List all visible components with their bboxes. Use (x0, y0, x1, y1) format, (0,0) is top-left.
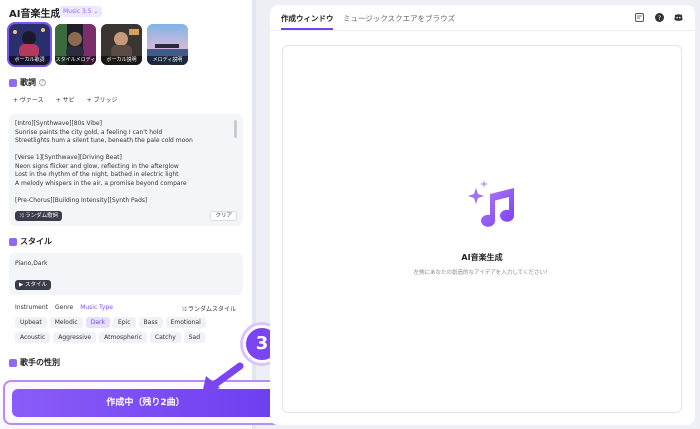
add-bridge-button[interactable]: + ブリッジ (82, 95, 122, 106)
music-note-icon (468, 180, 514, 227)
tile-vocal-description[interactable]: ボーカル説明 (101, 24, 142, 65)
clear-button[interactable]: クリア (210, 211, 237, 221)
tag-upbeat[interactable]: Upbeat (15, 317, 47, 328)
version-dropdown[interactable]: Music 3.5 ⌄ (59, 6, 103, 17)
tab-divider (270, 30, 695, 31)
tag-atmospheric[interactable]: Atmospheric (99, 332, 147, 343)
style-tags: Upbeat Melodic Dark Epic Bass Emotional … (15, 317, 215, 343)
random-style-button[interactable]: ⤨ ランダムスタイル (181, 304, 236, 314)
empty-state-title: AI音楽生成 (461, 253, 503, 262)
tile-caption: ボーカル歌詞 (9, 56, 50, 65)
lyrics-icon (9, 78, 17, 87)
svg-text:?: ? (658, 15, 661, 22)
help-icon[interactable]: ? (655, 13, 664, 22)
singer-gender-label: 歌手の性別 (20, 358, 60, 367)
lyrics-heading: 歌詞 ? (9, 77, 46, 88)
style-input[interactable]: Piano,Dark ▶ スタイル (9, 253, 243, 295)
random-lyrics-button[interactable]: ⤨ ランダム歌詞 (15, 211, 63, 221)
lyrics-text[interactable]: [Intro][Synthwave][80s Vibe] Sunrise pai… (15, 120, 233, 206)
right-panel: 作成ウィンドウ ミュージックスクエアをブラウズ ? AI音楽生成 左側にあなたの… (270, 5, 695, 425)
style-value[interactable]: Piano,Dark (15, 260, 47, 267)
tile-vocal-lyrics[interactable]: ボーカル歌詞 (7, 22, 52, 67)
app-title: AI音楽生成 (9, 9, 61, 20)
tile-caption: メロディ説明 (147, 56, 188, 65)
style-icon (9, 237, 17, 246)
gender-icon (9, 358, 17, 367)
lyrics-structure-chips: + ヴァース + サビ + ブリッジ (9, 95, 122, 106)
tab-genre[interactable]: Genre (55, 304, 73, 311)
tile-caption: ボーカル説明 (101, 56, 142, 65)
tag-dark[interactable]: Dark (85, 317, 110, 328)
tab-create-window[interactable]: 作成ウィンドウ (281, 13, 334, 24)
creation-area: AI音楽生成 左側にあなたの創造的なアイデアを入力してください！ (282, 45, 682, 413)
tag-aggressive[interactable]: Aggressive (53, 332, 97, 343)
lyrics-heading-label: 歌詞 (20, 78, 36, 87)
style-button[interactable]: ▶ スタイル (15, 280, 51, 290)
tag-epic[interactable]: Epic (112, 317, 136, 328)
style-heading-label: スタイル (20, 237, 52, 246)
help-icon[interactable]: ? (39, 79, 46, 86)
tab-browse-music-square[interactable]: ミュージックスクエアをブラウズ (343, 13, 455, 24)
singer-gender-heading: 歌手の性別 (9, 357, 60, 368)
tile-melody-description[interactable]: メロディ説明 (147, 24, 188, 65)
tag-sad[interactable]: Sad (183, 332, 206, 343)
tag-catchy[interactable]: Catchy (149, 332, 181, 343)
voice-tiles: ボーカル歌詞 スタイルメロディ ボーカル説明 メロディ説明 (7, 22, 188, 67)
tag-melodic[interactable]: Melodic (49, 317, 83, 328)
lyrics-textarea[interactable]: [Intro][Synthwave][80s Vibe] Sunrise pai… (9, 114, 243, 226)
tag-emotional[interactable]: Emotional (165, 317, 206, 328)
style-heading: スタイル (9, 236, 52, 247)
add-verse-button[interactable]: + ヴァース (9, 95, 48, 106)
discord-icon[interactable] (674, 13, 683, 22)
style-tabs: Instrument Genre Music Type (15, 304, 113, 311)
empty-state-subtitle: 左側にあなたの創造的なアイデアを入力してください！ (413, 270, 551, 276)
lyrics-scrollbar[interactable] (234, 120, 237, 138)
add-chorus-button[interactable]: + サビ (51, 95, 79, 106)
tile-caption: スタイルメロディ (55, 56, 96, 65)
tag-bass[interactable]: Bass (138, 317, 163, 328)
tab-instrument[interactable]: Instrument (15, 304, 48, 311)
history-icon[interactable] (635, 13, 644, 22)
tab-music-type[interactable]: Music Type (80, 304, 113, 311)
pointer-arrow-icon (202, 362, 244, 394)
tag-acoustic[interactable]: Acoustic (15, 332, 51, 343)
panel-divider[interactable] (252, 0, 256, 429)
tile-style-melody[interactable]: スタイルメロディ (55, 24, 96, 65)
